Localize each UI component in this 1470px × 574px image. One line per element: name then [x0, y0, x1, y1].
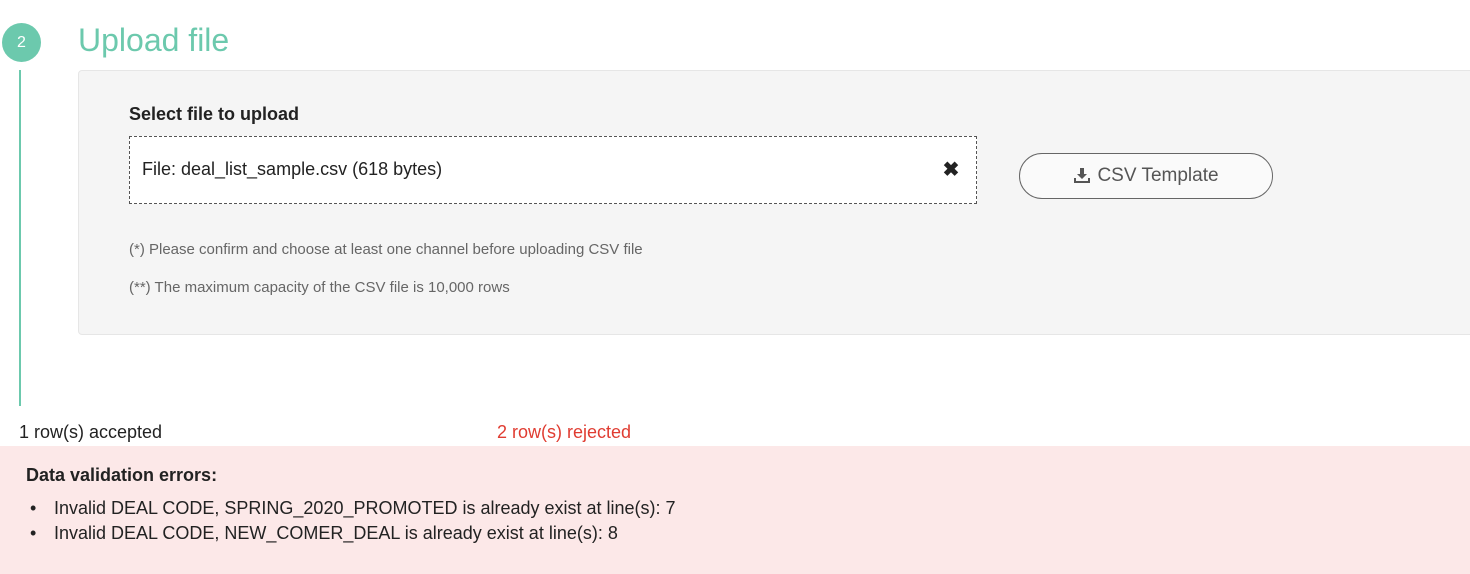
upload-page: 2 Upload file Select file to upload File… [0, 0, 1470, 574]
list-item: Invalid DEAL CODE, NEW_COMER_DEAL is alr… [30, 521, 676, 546]
csv-template-label: CSV Template [1097, 165, 1219, 186]
upload-panel: Select file to upload File: deal_list_sa… [78, 70, 1470, 335]
channel-note: (*) Please confirm and choose at least o… [129, 241, 643, 258]
download-icon [1074, 168, 1091, 183]
close-icon[interactable]: ✖ [940, 157, 962, 181]
accepted-rows-count: 1 row(s) accepted [19, 422, 163, 442]
step-number-badge: 2 [2, 23, 41, 62]
step-title: Upload file [78, 22, 230, 58]
capacity-note: (**) The maximum capacity of the CSV fil… [129, 279, 510, 296]
validation-errors-box: Data validation errors: Invalid DEAL COD… [0, 446, 1470, 574]
list-item: Invalid DEAL CODE, SPRING_2020_PROMOTED … [30, 496, 676, 521]
rejected-rows-count: 2 row(s) rejected [497, 422, 632, 442]
selected-file-name: File: deal_list_sample.csv (618 bytes) [142, 159, 443, 179]
csv-template-button[interactable]: CSV Template [1019, 153, 1273, 199]
validation-errors-list: Invalid DEAL CODE, SPRING_2020_PROMOTED … [30, 496, 676, 546]
step-connector-line [19, 70, 21, 406]
file-drop-zone[interactable]: File: deal_list_sample.csv (618 bytes) ✖ [129, 136, 977, 204]
validation-errors-title: Data validation errors: [26, 465, 218, 485]
select-file-label: Select file to upload [129, 104, 300, 124]
